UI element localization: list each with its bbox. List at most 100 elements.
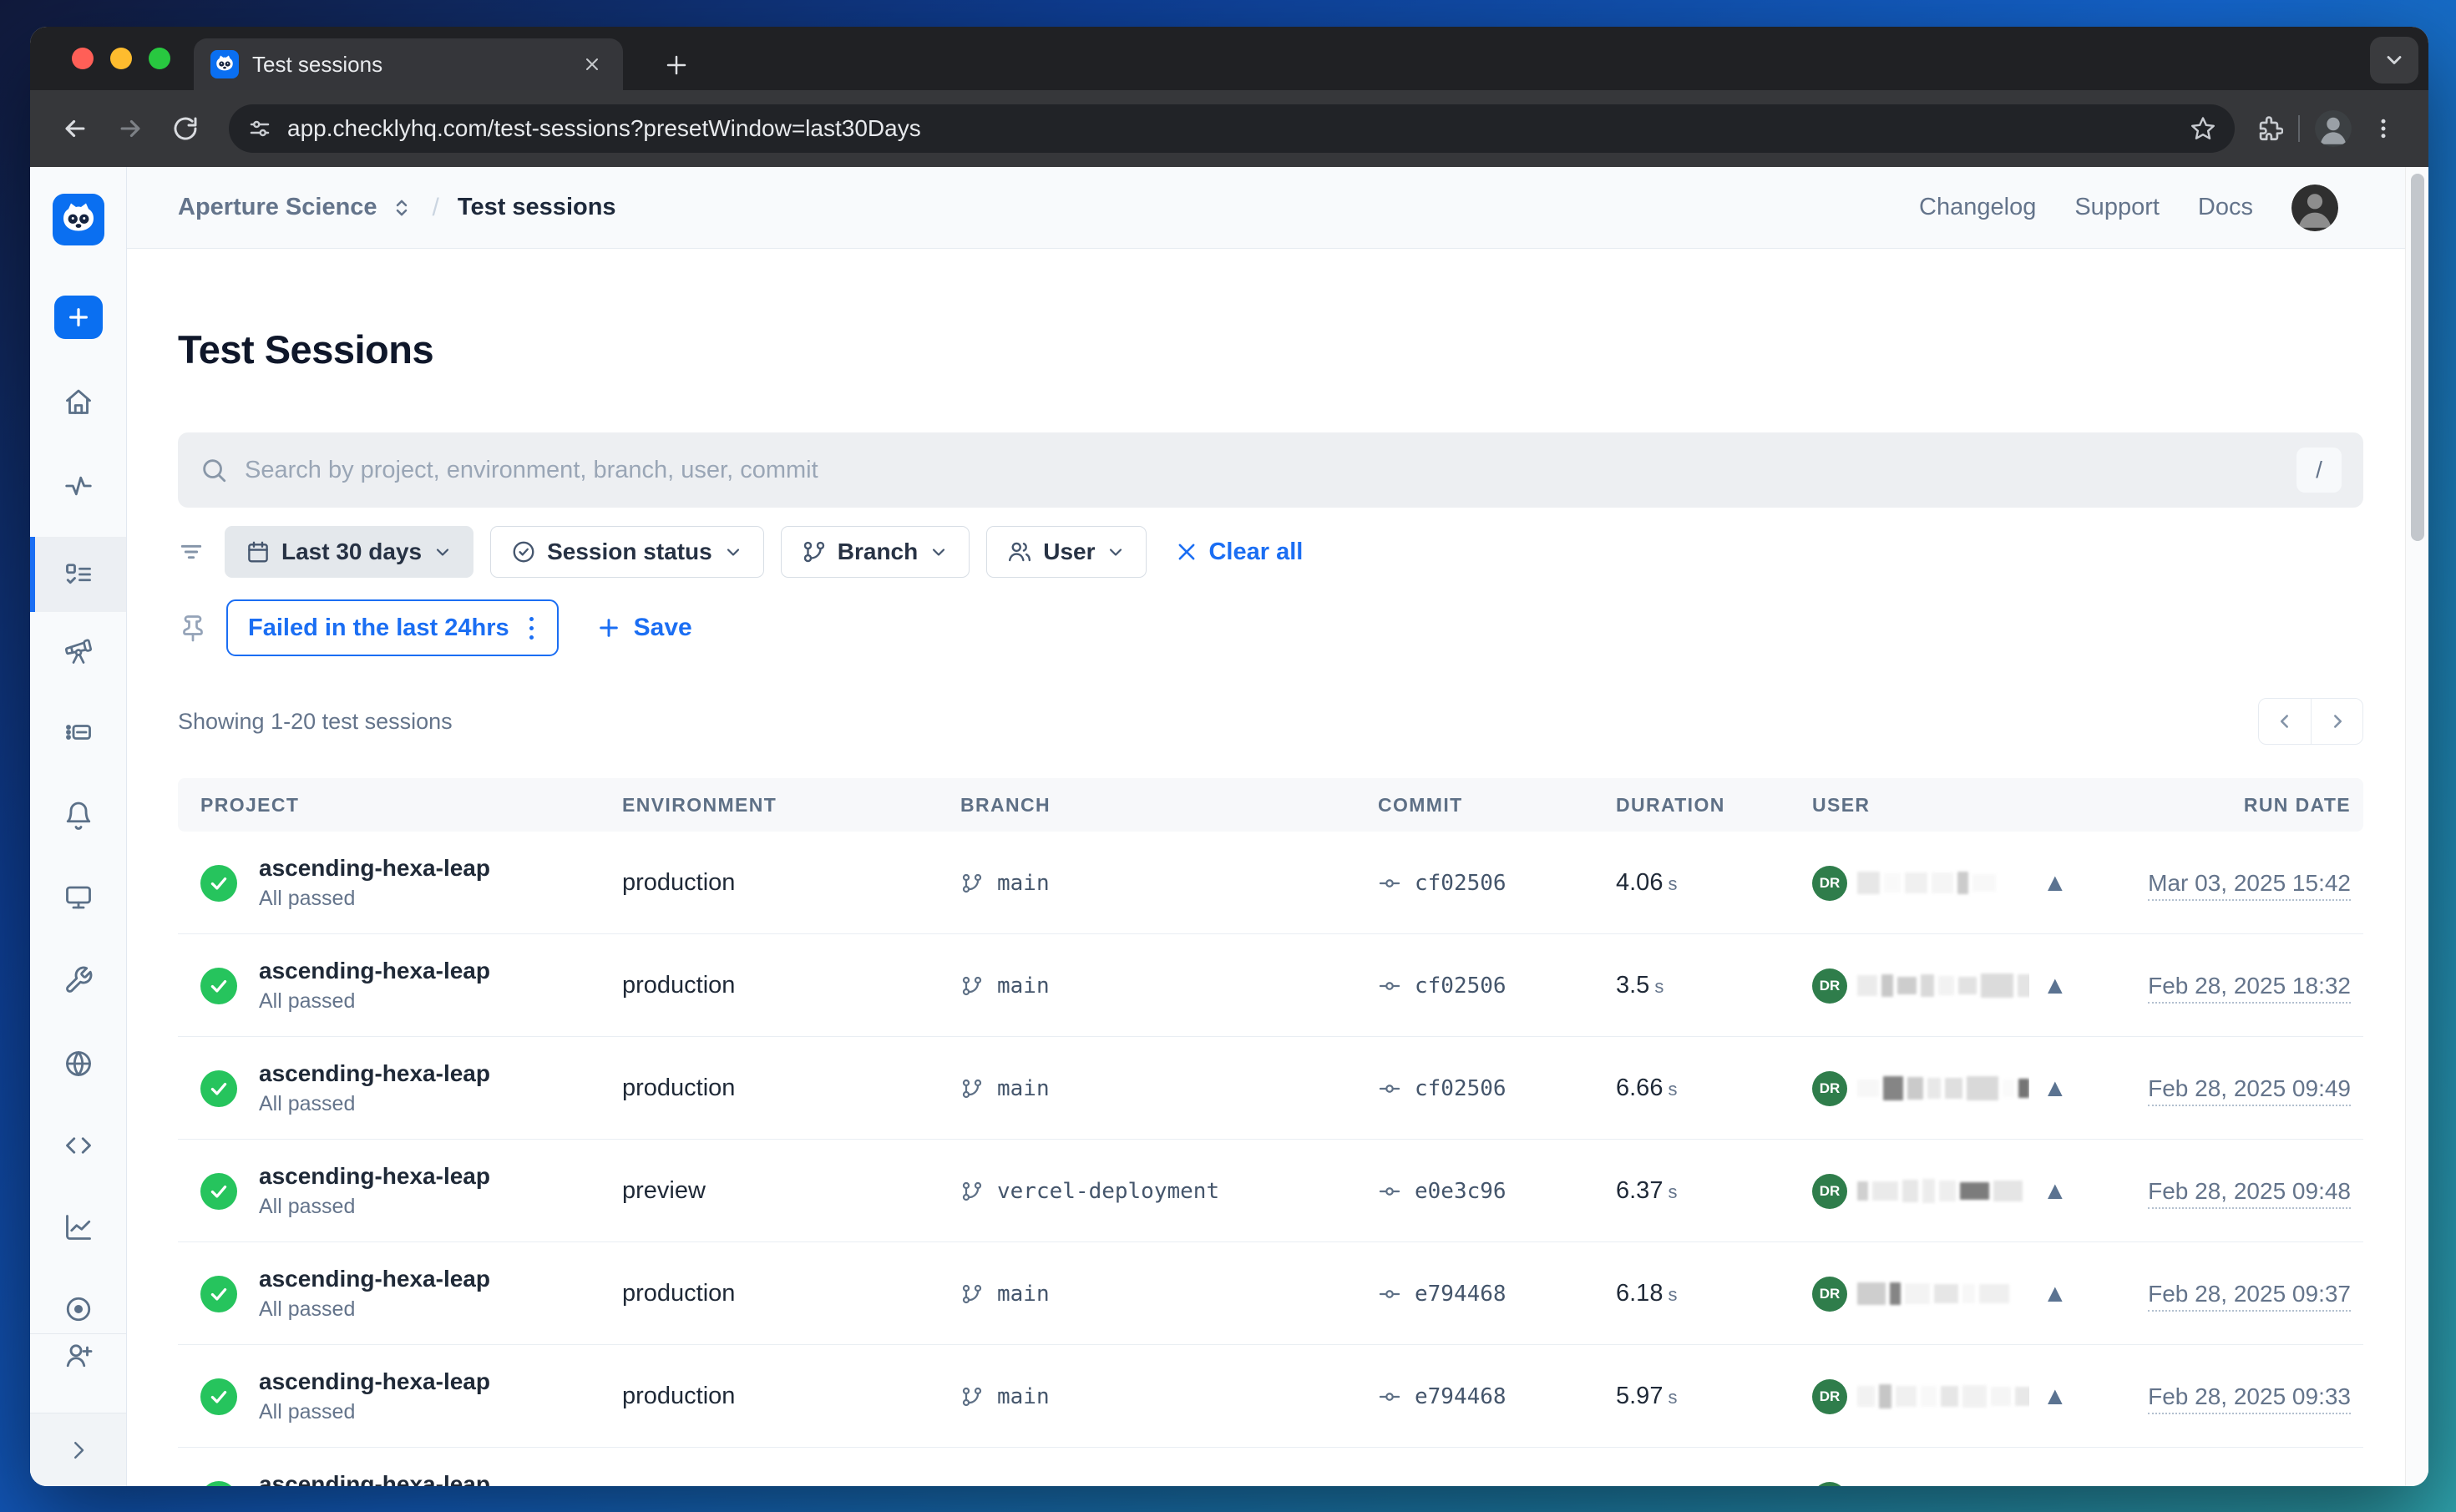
sidebar xyxy=(30,167,127,1486)
site-settings-icon[interactable] xyxy=(247,116,272,141)
results-summary: Showing 1-20 test sessions xyxy=(178,709,453,735)
duration-unit: s xyxy=(1668,1284,1677,1305)
previous-page-button[interactable] xyxy=(2259,699,2311,744)
sidebar-item-dashboards[interactable] xyxy=(30,882,126,913)
bookmark-star-icon[interactable] xyxy=(2190,115,2216,142)
browser-tab[interactable]: Test sessions xyxy=(194,38,623,90)
run-date-cell: Mar 03, 2025 15:42 xyxy=(2063,870,2363,897)
branch-cell: main xyxy=(960,1076,1378,1101)
chevron-down-icon xyxy=(723,542,743,562)
pin-icon[interactable] xyxy=(178,613,208,643)
run-date-link[interactable]: Feb 28, 2025 09:33 xyxy=(2148,1383,2351,1414)
new-tab-button[interactable] xyxy=(655,43,698,87)
run-date-link[interactable]: Feb 28, 2025 09:48 xyxy=(2148,1178,2351,1209)
docs-link[interactable]: Docs xyxy=(2198,194,2253,221)
next-page-button[interactable] xyxy=(2311,699,2362,744)
page-title: Test Sessions xyxy=(178,326,2363,372)
branch-cell: vercel-deployment xyxy=(960,1179,1378,1204)
tab-search-chevron-button[interactable] xyxy=(2370,37,2418,83)
account-switcher[interactable]: Aperture Science xyxy=(178,194,414,221)
browser-window: Test sessions xyxy=(30,27,2428,1486)
run-date-link[interactable]: Mar 03, 2025 15:42 xyxy=(2148,870,2351,901)
forward-button[interactable] xyxy=(107,105,154,152)
sidebar-item-status[interactable] xyxy=(30,1294,126,1324)
sidebar-item-analytics[interactable] xyxy=(30,1212,126,1242)
project-name: ascending-hexa-leap xyxy=(259,1163,490,1190)
column-branch: BRANCH xyxy=(960,794,1378,817)
changelog-link[interactable]: Changelog xyxy=(1919,194,2036,221)
branch-cell: main xyxy=(960,973,1378,999)
table-row[interactable]: ascending-hexa-leap All passed preview v… xyxy=(178,1140,2363,1242)
sidebar-item-home[interactable] xyxy=(30,387,126,417)
account-selector-chevrons-icon[interactable] xyxy=(389,195,414,220)
table-row[interactable]: ascending-hexa-leap All passed productio… xyxy=(178,1345,2363,1448)
branch-name: main xyxy=(997,871,1050,896)
sidebar-collapse-button[interactable] xyxy=(30,1413,126,1486)
date-range-filter[interactable]: Last 30 days xyxy=(225,526,473,578)
sidebar-item-invite-user[interactable] xyxy=(30,1340,126,1370)
table-row[interactable]: ascending-hexa-leap All passed productio… xyxy=(178,1037,2363,1140)
sidebar-item-snippets[interactable] xyxy=(30,1130,126,1161)
scrollbar-thumb[interactable] xyxy=(2411,174,2424,541)
user-plus-icon xyxy=(63,1340,94,1370)
user-filter[interactable]: User xyxy=(986,526,1147,578)
session-status-filter[interactable]: Session status xyxy=(490,526,764,578)
branch-filter[interactable]: Branch xyxy=(781,526,970,578)
duration-cell: 6.66s xyxy=(1616,1075,1812,1102)
git-commit-icon xyxy=(1378,1180,1401,1203)
user-cell: DR ▲ xyxy=(1812,1071,2063,1106)
reload-button[interactable] xyxy=(162,105,209,152)
url-text[interactable]: app.checklyhq.com/test-sessions?presetWi… xyxy=(287,115,2175,142)
minimize-window-button[interactable] xyxy=(110,48,132,69)
close-window-button[interactable] xyxy=(72,48,94,69)
browser-profile-avatar[interactable] xyxy=(2315,110,2352,147)
git-branch-icon xyxy=(960,1385,984,1408)
run-date-link[interactable]: Feb 28, 2025 09:49 xyxy=(2148,1075,2351,1106)
extensions-puzzle-icon[interactable] xyxy=(2255,114,2283,143)
search-input[interactable] xyxy=(245,457,2280,484)
redacted-user-name xyxy=(1847,1070,2029,1108)
sidebar-item-checks[interactable] xyxy=(30,717,126,747)
branch-cell: main xyxy=(960,871,1378,896)
back-button[interactable] xyxy=(52,105,99,152)
saved-filter-chip[interactable]: Failed in the last 24hrs xyxy=(226,599,559,656)
search-bar[interactable]: / xyxy=(178,432,2363,508)
table-row[interactable]: ascending-hexa-leap All passed productio… xyxy=(178,934,2363,1037)
table-row[interactable]: ascending-hexa-leap All passed productio… xyxy=(178,832,2363,934)
clear-all-button[interactable]: Clear all xyxy=(1175,539,1303,566)
checkly-app: Aperture Science / Test sessions Changel… xyxy=(30,167,2428,1486)
sidebar-item-activity[interactable] xyxy=(30,471,126,501)
sidebar-item-telescope[interactable] xyxy=(30,636,126,666)
create-new-button[interactable] xyxy=(54,296,103,339)
browser-menu-kebab-icon[interactable] xyxy=(2360,105,2407,152)
calendar-icon xyxy=(246,539,271,564)
duration-cell: 6.18s xyxy=(1616,1280,1812,1307)
checkly-logo[interactable] xyxy=(53,194,104,245)
saved-filter-menu-kebab-icon[interactable] xyxy=(526,614,537,643)
save-filter-button[interactable]: Save xyxy=(595,614,692,642)
user-profile-avatar[interactable] xyxy=(2291,185,2338,231)
git-commit-icon xyxy=(1378,1077,1401,1100)
run-date-link[interactable]: Feb 28, 2025 09:37 xyxy=(2148,1281,2351,1312)
table-row[interactable]: ascending-hexa-leap All passed productio… xyxy=(178,1242,2363,1345)
close-tab-icon[interactable] xyxy=(578,50,606,78)
table-row[interactable]: ascending-hexa-leap All passed productio… xyxy=(178,1448,2363,1486)
commit-hash: e0e3c96 xyxy=(1415,1179,1507,1204)
sidebar-item-locations[interactable] xyxy=(30,1049,126,1079)
line-chart-icon xyxy=(63,1212,94,1242)
table-body: ascending-hexa-leap All passed productio… xyxy=(178,832,2363,1486)
address-bar[interactable]: app.checklyhq.com/test-sessions?presetWi… xyxy=(229,104,2235,153)
branch-cell: main xyxy=(960,1384,1378,1409)
column-user: USER xyxy=(1812,794,2063,817)
run-date-link[interactable]: Feb 25, 2025 14:50 xyxy=(2148,1486,2351,1487)
support-link[interactable]: Support xyxy=(2074,194,2160,221)
sidebar-item-test-sessions[interactable] xyxy=(30,537,126,612)
sidebar-item-alerts[interactable] xyxy=(30,801,126,831)
vercel-triangle-icon: ▲ xyxy=(2043,1282,2068,1307)
test-sessions-table: PROJECT ENVIRONMENT BRANCH COMMIT DURATI… xyxy=(178,778,2363,1486)
sidebar-item-maintenance[interactable] xyxy=(30,965,126,995)
redacted-user-name xyxy=(1847,1275,2029,1313)
zoom-window-button[interactable] xyxy=(149,48,170,69)
scrollbar[interactable] xyxy=(2405,167,2428,1486)
run-date-link[interactable]: Feb 28, 2025 18:32 xyxy=(2148,973,2351,1004)
